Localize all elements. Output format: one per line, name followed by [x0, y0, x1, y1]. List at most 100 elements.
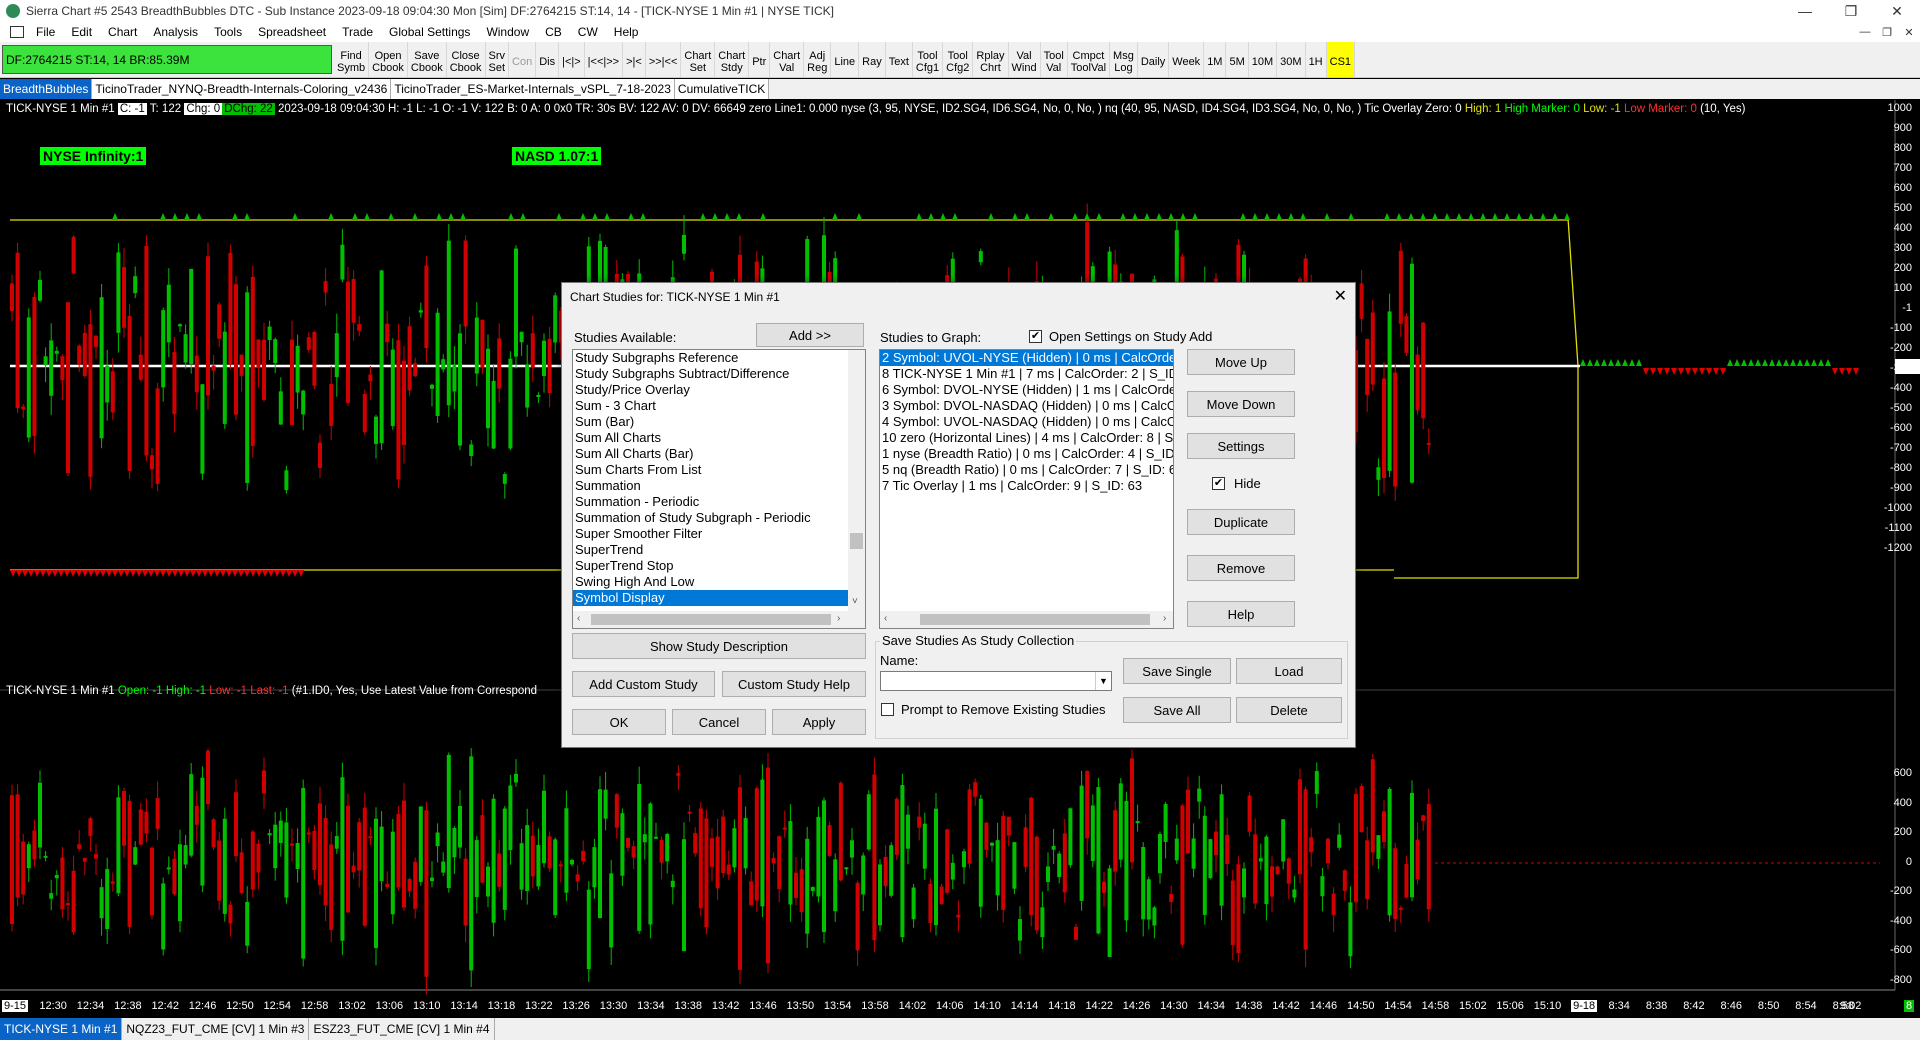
- toolbar-button-tool-cfg2[interactable]: Tool Cfg2: [943, 42, 974, 77]
- toolbar-button-tool-cfg1[interactable]: Tool Cfg1: [913, 42, 944, 77]
- toolbar-button-dis[interactable]: Dis: [536, 42, 560, 77]
- toolbar-button-find-symb[interactable]: Find Symb: [334, 42, 370, 77]
- available-study-item[interactable]: Sum Charts From List: [573, 462, 848, 478]
- toolbar-button-1h[interactable]: 1H: [1306, 42, 1327, 77]
- hscroll-thumb[interactable]: [591, 614, 831, 625]
- chevron-right-icon[interactable]: ›: [1163, 613, 1166, 624]
- available-study-item[interactable]: Study/Price Overlay: [573, 382, 848, 398]
- graphed-study-item[interactable]: 5 nq (Breadth Ratio) | 0 ms | CalcOrder:…: [880, 462, 1173, 478]
- open-settings-checkbox[interactable]: ✔: [1029, 330, 1042, 343]
- toolbar-button-week[interactable]: Week: [1169, 42, 1205, 77]
- chartbook-tab[interactable]: BreadthBubbles: [0, 79, 93, 99]
- toolbar-button-ray[interactable]: Ray: [859, 42, 886, 77]
- toolbar-button-con[interactable]: Con: [509, 42, 537, 77]
- toolbar-button-chart-val[interactable]: Chart Val: [770, 42, 805, 77]
- toolbar-button-line[interactable]: Line: [831, 42, 860, 77]
- available-study-item[interactable]: Symbol Display: [573, 590, 848, 606]
- prompt-remove-checkbox[interactable]: [881, 703, 894, 716]
- graphed-study-item[interactable]: 1 nyse (Breadth Ratio) | 0 ms | CalcOrde…: [880, 446, 1173, 462]
- graphed-study-item[interactable]: 8 TICK-NYSE 1 Min #1 | 7 ms | CalcOrder:…: [880, 366, 1173, 382]
- toolbar-button-text[interactable]: Text: [886, 42, 913, 77]
- cancel-button[interactable]: Cancel: [672, 709, 766, 735]
- toolbar-button-chart-stdy[interactable]: Chart Stdy: [715, 42, 750, 77]
- menu-help[interactable]: Help: [606, 25, 647, 39]
- mdi-close-icon[interactable]: ✕: [1898, 26, 1920, 39]
- toolbar-button-5m[interactable]: 5M: [1226, 42, 1249, 77]
- available-study-item[interactable]: Sum All Charts (Bar): [573, 446, 848, 462]
- remove-button[interactable]: Remove: [1187, 555, 1295, 581]
- graphed-study-item[interactable]: 4 Symbol: UVOL-NASDAQ (Hidden) | 0 ms | …: [880, 414, 1173, 430]
- collection-name-combo[interactable]: ▼: [880, 671, 1112, 691]
- chartbook-tab[interactable]: TicinoTrader_NYNQ-Breadth-Internals-Colo…: [92, 79, 392, 99]
- chartbook-tab[interactable]: CumulativeTICK: [674, 79, 770, 99]
- menu-edit[interactable]: Edit: [63, 25, 100, 39]
- menu-chart[interactable]: Chart: [100, 25, 145, 39]
- chevron-down-icon[interactable]: ▼: [1095, 672, 1111, 690]
- toolbar-button-tool-val[interactable]: Tool Val: [1041, 42, 1068, 77]
- save-single-button[interactable]: Save Single: [1123, 658, 1231, 684]
- available-study-item[interactable]: SuperTrend: [573, 542, 848, 558]
- toolbar-button-close-cbook[interactable]: Close Cbook: [447, 42, 486, 77]
- available-study-item[interactable]: Summation: [573, 478, 848, 494]
- available-study-item[interactable]: Super Smoother Filter: [573, 526, 848, 542]
- mdi-restore-icon[interactable]: ❐: [1876, 26, 1898, 39]
- dialog-close-icon[interactable]: ✕: [1334, 286, 1347, 306]
- toolbar-button-ptr[interactable]: Ptr: [749, 42, 771, 77]
- chart-window-tab[interactable]: TICK-NYSE 1 Min #1: [0, 1018, 123, 1040]
- available-study-item[interactable]: Sum (Bar): [573, 414, 848, 430]
- graphed-study-item[interactable]: 2 Symbol: UVOL-NYSE (Hidden) | 0 ms | Ca…: [880, 350, 1173, 366]
- chevron-right-icon[interactable]: ›: [837, 613, 840, 624]
- studies-graph-hscroll[interactable]: ‹ ›: [880, 611, 1173, 628]
- save-all-button[interactable]: Save All: [1123, 697, 1231, 723]
- toolbar-button-[interactable]: >>|<<: [646, 42, 682, 77]
- toolbar-button-10m[interactable]: 10M: [1249, 42, 1278, 77]
- menu-file[interactable]: File: [28, 25, 63, 39]
- toolbar-button-val-wind[interactable]: Val Wind: [1009, 42, 1041, 77]
- move-down-button[interactable]: Move Down: [1187, 391, 1295, 417]
- toolbar-button-msg-log[interactable]: Msg Log: [1110, 42, 1138, 77]
- chartbook-tab[interactable]: TicinoTrader_ES-Market-Internals_vSPL_7-…: [391, 79, 675, 99]
- add-custom-study-button[interactable]: Add Custom Study: [572, 671, 715, 697]
- show-study-description-button[interactable]: Show Study Description: [572, 633, 866, 659]
- menu-global-settings[interactable]: Global Settings: [381, 25, 478, 39]
- studies-available-vscroll[interactable]: ˅: [848, 350, 865, 613]
- chart-window-tab[interactable]: ESZ23_FUT_CME [CV] 1 Min #4: [309, 1018, 495, 1040]
- toolbar-button-chart-set[interactable]: Chart Set: [681, 42, 716, 77]
- available-study-item[interactable]: Summation of Study Subgraph - Periodic: [573, 510, 848, 526]
- menu-analysis[interactable]: Analysis: [145, 25, 206, 39]
- available-study-item[interactable]: Sum All Charts: [573, 430, 848, 446]
- system-menu-icon[interactable]: [10, 26, 24, 38]
- hide-checkbox[interactable]: ✔: [1212, 477, 1225, 490]
- toolbar-button-adj-reg[interactable]: Adj Reg: [804, 42, 832, 77]
- graphed-study-item[interactable]: 10 zero (Horizontal Lines) | 4 ms | Calc…: [880, 430, 1173, 446]
- apply-button[interactable]: Apply: [772, 709, 866, 735]
- move-up-button[interactable]: Move Up: [1187, 349, 1295, 375]
- close-icon[interactable]: ✕: [1874, 0, 1920, 22]
- duplicate-button[interactable]: Duplicate: [1187, 509, 1295, 535]
- toolbar-button-30m[interactable]: 30M: [1277, 42, 1306, 77]
- toolbar-button-cmpct-toolval[interactable]: Cmpct ToolVal: [1068, 42, 1111, 77]
- graphed-study-item[interactable]: 3 Symbol: DVOL-NASDAQ (Hidden) | 0 ms | …: [880, 398, 1173, 414]
- available-study-item[interactable]: Study Subgraphs Reference: [573, 350, 848, 366]
- available-study-item[interactable]: Summation - Periodic: [573, 494, 848, 510]
- toolbar-button-daily[interactable]: Daily: [1138, 42, 1170, 77]
- chart-window-tab[interactable]: NQZ23_FUT_CME [CV] 1 Min #3: [122, 1018, 310, 1040]
- add-study-button[interactable]: Add >>: [756, 323, 864, 347]
- toolbar-button-open-cbook[interactable]: Open Cbook: [369, 42, 408, 77]
- available-study-item[interactable]: Swing High And Low: [573, 574, 848, 590]
- menu-trade[interactable]: Trade: [334, 25, 381, 39]
- toolbar-button-rplay-chrt[interactable]: Rplay Chrt: [973, 42, 1009, 77]
- menu-window[interactable]: Window: [478, 25, 537, 39]
- studies-available-hscroll[interactable]: ‹ ›: [573, 611, 865, 628]
- toolbar-button-[interactable]: |<<|>>: [585, 42, 624, 77]
- toolbar-button-save-cbook[interactable]: Save Cbook: [408, 42, 447, 77]
- menu-tools[interactable]: Tools: [206, 25, 250, 39]
- studies-to-graph-list[interactable]: 2 Symbol: UVOL-NYSE (Hidden) | 0 ms | Ca…: [879, 349, 1174, 629]
- vscroll-thumb[interactable]: [850, 533, 863, 549]
- available-study-item[interactable]: SuperTrend Stop: [573, 558, 848, 574]
- menu-cb[interactable]: CB: [537, 25, 570, 39]
- toolbar-button-srv-set[interactable]: Srv Set: [486, 42, 510, 77]
- mdi-minimize-icon[interactable]: —: [1854, 26, 1876, 38]
- available-study-item[interactable]: Sum - 3 Chart: [573, 398, 848, 414]
- chevron-down-icon[interactable]: ˅: [852, 596, 858, 607]
